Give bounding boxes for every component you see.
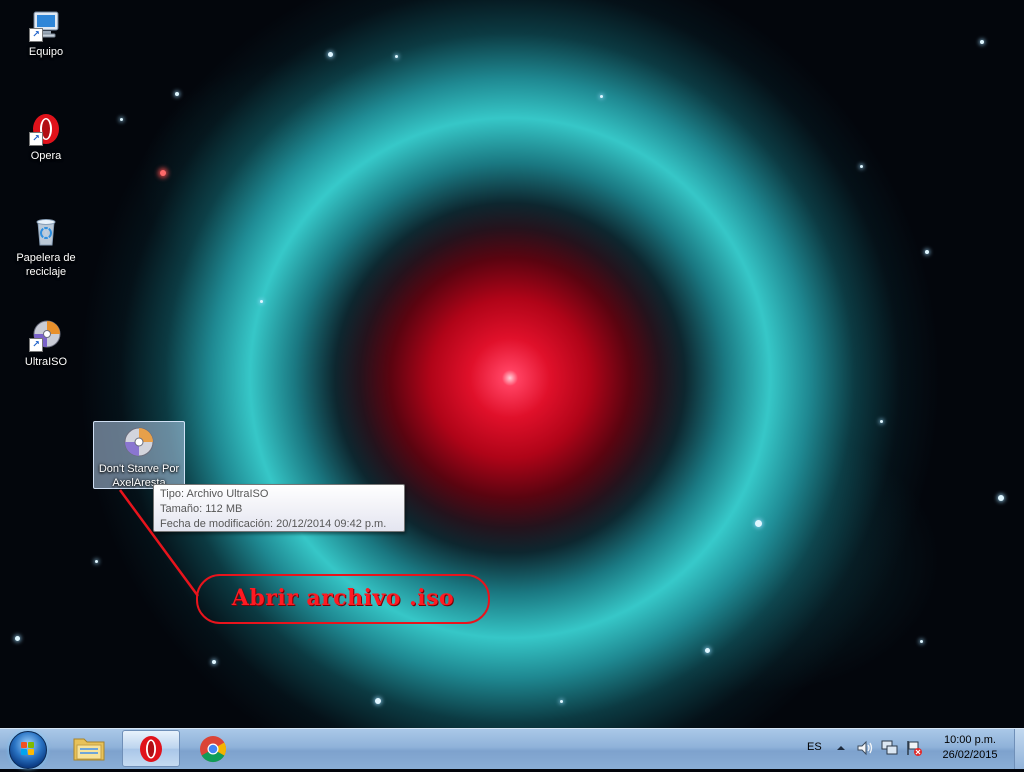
annotation-callout: Abrir archivo .iso	[196, 574, 490, 624]
language-indicator[interactable]: ES	[807, 741, 822, 753]
annotation-pointer-line	[118, 489, 200, 597]
opera-icon	[140, 736, 162, 762]
taskbar-explorer-button[interactable]	[60, 730, 118, 767]
taskbar-opera-button[interactable]	[122, 730, 180, 767]
start-button[interactable]	[4, 730, 50, 769]
annotation-text: Abrir archivo .iso	[231, 585, 455, 611]
clock-date: 26/02/2015	[942, 749, 998, 761]
show-hidden-icons-button[interactable]	[836, 741, 846, 755]
action-center-tray-button[interactable]	[904, 739, 924, 757]
chrome-icon	[200, 736, 227, 763]
windows-orb-icon	[9, 731, 47, 769]
clock-time: 10:00 p.m.	[944, 734, 996, 746]
taskbar-chrome-button[interactable]	[184, 730, 242, 767]
taskbar: ES 10:00 p.m. 26/02/2015	[0, 728, 1024, 769]
chevron-up-icon	[837, 746, 845, 750]
network-tray-button[interactable]	[880, 739, 900, 757]
windows-flag-icon	[21, 742, 35, 756]
clock[interactable]: 10:00 p.m. 26/02/2015	[930, 733, 1010, 765]
action-center-flag-icon	[907, 741, 922, 756]
show-desktop-button[interactable]	[1014, 729, 1024, 769]
volume-tray-button[interactable]	[856, 740, 874, 756]
speaker-icon	[857, 740, 873, 756]
network-icon	[881, 740, 898, 755]
folder-icon	[73, 738, 105, 761]
